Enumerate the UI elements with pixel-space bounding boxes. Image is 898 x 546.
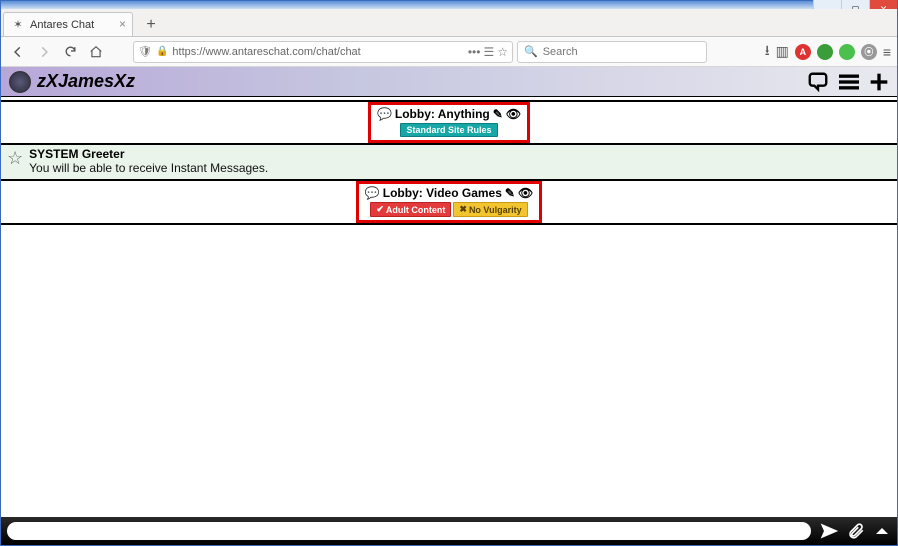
nav-reload-button[interactable] (59, 41, 81, 63)
library-icon[interactable]: ▥ (776, 43, 789, 60)
tag-icon: ✔ (376, 204, 384, 215)
extension-green2-icon[interactable] (839, 44, 855, 60)
lobby-title: Lobby: Video Games (383, 186, 502, 200)
chat-icon: 💬 (365, 186, 380, 200)
search-input[interactable] (543, 46, 700, 58)
eye-icon[interactable]: 👁 (518, 186, 533, 200)
tag-text: Adult Content (386, 205, 445, 215)
extension-adblock-icon[interactable]: A (795, 44, 811, 60)
window-titlebar: — ▢ ✕ (1, 1, 897, 9)
edit-pencil-icon[interactable]: ✎ (493, 107, 503, 121)
tag-icon: ✖ (459, 204, 467, 215)
chat-icon: 💬 (377, 107, 392, 121)
system-body: You will be able to receive Instant Mess… (29, 161, 268, 175)
url-input[interactable] (172, 46, 463, 58)
chat-bubble-icon[interactable] (807, 71, 829, 93)
menu-icon[interactable] (839, 72, 859, 92)
system-sender: SYSTEM Greeter (29, 147, 268, 161)
message-input[interactable] (7, 522, 811, 540)
search-bar[interactable]: 🔍 (517, 41, 707, 63)
reader-mode-icon[interactable]: ☰ (483, 45, 494, 59)
nav-forward-button[interactable] (33, 41, 55, 63)
app-menu-icon[interactable]: ≡ (883, 44, 891, 60)
lobby-highlight-box: 💬 Lobby: Anything ✎ 👁 Standard Site Rule… (368, 102, 530, 143)
add-icon[interactable] (869, 72, 889, 92)
tab-close-button[interactable]: × (119, 17, 126, 31)
lobby-tag: Standard Site Rules (400, 123, 497, 137)
eye-icon[interactable]: 👁 (506, 107, 521, 121)
nav-home-button[interactable] (85, 41, 107, 63)
browser-tabstrip: ✶ Antares Chat × + (1, 9, 897, 37)
chat-body: 💬 Lobby: Anything ✎ 👁 Standard Site Rule… (1, 97, 897, 517)
downloads-icon[interactable]: ⭳ (765, 40, 770, 64)
bookmark-star-icon[interactable]: ☆ (497, 45, 508, 59)
lobby-tag: ✔ Adult Content (370, 202, 451, 217)
edit-pencil-icon[interactable]: ✎ (505, 186, 515, 200)
lock-icon: 🔒 (156, 46, 168, 57)
tag-text: No Vulgarity (469, 205, 522, 215)
url-bar[interactable]: 🛡 🔒 ••• ☰ ☆ (133, 41, 513, 63)
lobby-header: 💬 Lobby: Video Games ✎ 👁 ✔ Adult Content… (1, 180, 897, 224)
send-icon[interactable] (819, 521, 839, 541)
search-icon: 🔍 (524, 45, 538, 58)
tab-title: Antares Chat (30, 19, 94, 31)
lobby-highlight-box: 💬 Lobby: Video Games ✎ 👁 ✔ Adult Content… (356, 181, 542, 223)
toolbar-extensions: ⭳ ▥ A ⦿ ≡ (765, 40, 891, 64)
system-star-icon: ☆ (7, 149, 23, 167)
nav-back-button[interactable] (7, 41, 29, 63)
username-label: zXJamesXz (37, 71, 135, 92)
lobby-header: 💬 Lobby: Anything ✎ 👁 Standard Site Rule… (1, 101, 897, 144)
chat-header: zXJamesXz (1, 67, 897, 97)
composer-bar (1, 517, 897, 545)
lobby-tag: ✖ No Vulgarity (453, 202, 527, 217)
lobby-title: Lobby: Anything (395, 107, 490, 121)
browser-toolbar: 🛡 🔒 ••• ☰ ☆ 🔍 ⭳ ▥ A ⦿ ≡ (1, 37, 897, 67)
account-icon[interactable]: ⦿ (861, 44, 877, 60)
browser-tab-active[interactable]: ✶ Antares Chat × (3, 12, 133, 36)
tab-favicon-star-icon: ✶ (12, 19, 24, 31)
expand-up-icon[interactable] (873, 522, 891, 540)
new-tab-button[interactable]: + (139, 14, 163, 36)
system-message-row: ☆ SYSTEM Greeter You will be able to rec… (1, 144, 897, 180)
shield-icon: 🛡 (138, 45, 152, 58)
extension-green1-icon[interactable] (817, 44, 833, 60)
attach-icon[interactable] (847, 522, 865, 540)
tag-text: Standard Site Rules (406, 125, 491, 135)
page-actions-icon[interactable]: ••• (468, 45, 481, 59)
user-avatar[interactable] (9, 71, 31, 93)
